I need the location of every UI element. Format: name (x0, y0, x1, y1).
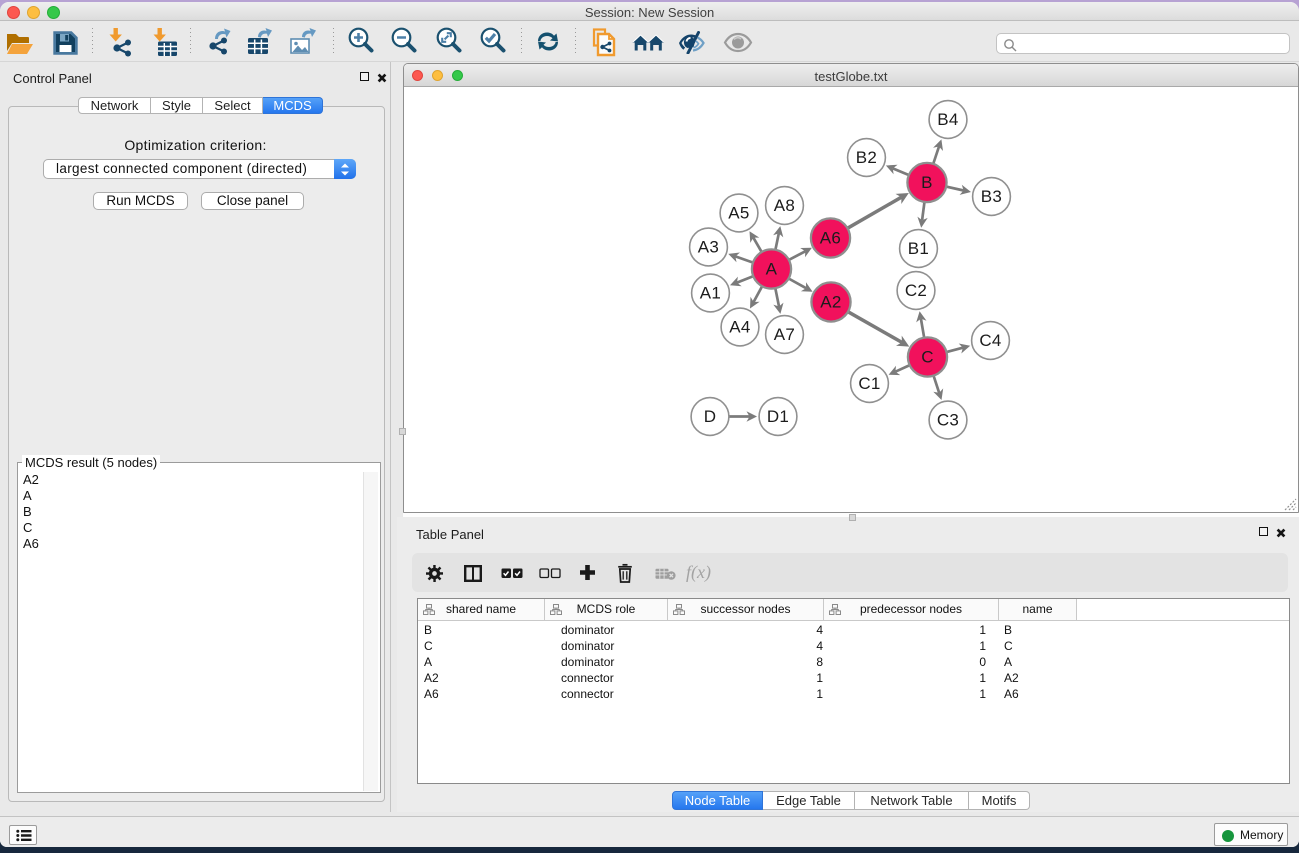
svg-text:A: A (766, 260, 778, 279)
svg-text:B2: B2 (856, 148, 877, 167)
svg-text:C1: C1 (858, 374, 880, 393)
svg-text:D1: D1 (767, 407, 789, 426)
svg-text:B4: B4 (937, 110, 958, 129)
svg-text:A6: A6 (820, 229, 841, 248)
svg-text:B1: B1 (908, 239, 929, 258)
svg-text:A2: A2 (820, 293, 841, 312)
svg-text:B: B (921, 173, 933, 192)
svg-text:B3: B3 (981, 187, 1002, 206)
svg-text:A5: A5 (728, 204, 749, 223)
svg-text:A8: A8 (774, 196, 795, 215)
svg-text:C4: C4 (979, 331, 1001, 350)
svg-text:A7: A7 (774, 325, 795, 344)
svg-text:C3: C3 (937, 411, 959, 430)
svg-text:D: D (704, 407, 717, 426)
svg-text:A4: A4 (729, 318, 750, 337)
svg-text:C2: C2 (905, 281, 927, 300)
svg-text:C: C (921, 348, 934, 367)
svg-text:A3: A3 (698, 238, 719, 257)
svg-text:A1: A1 (700, 284, 721, 303)
